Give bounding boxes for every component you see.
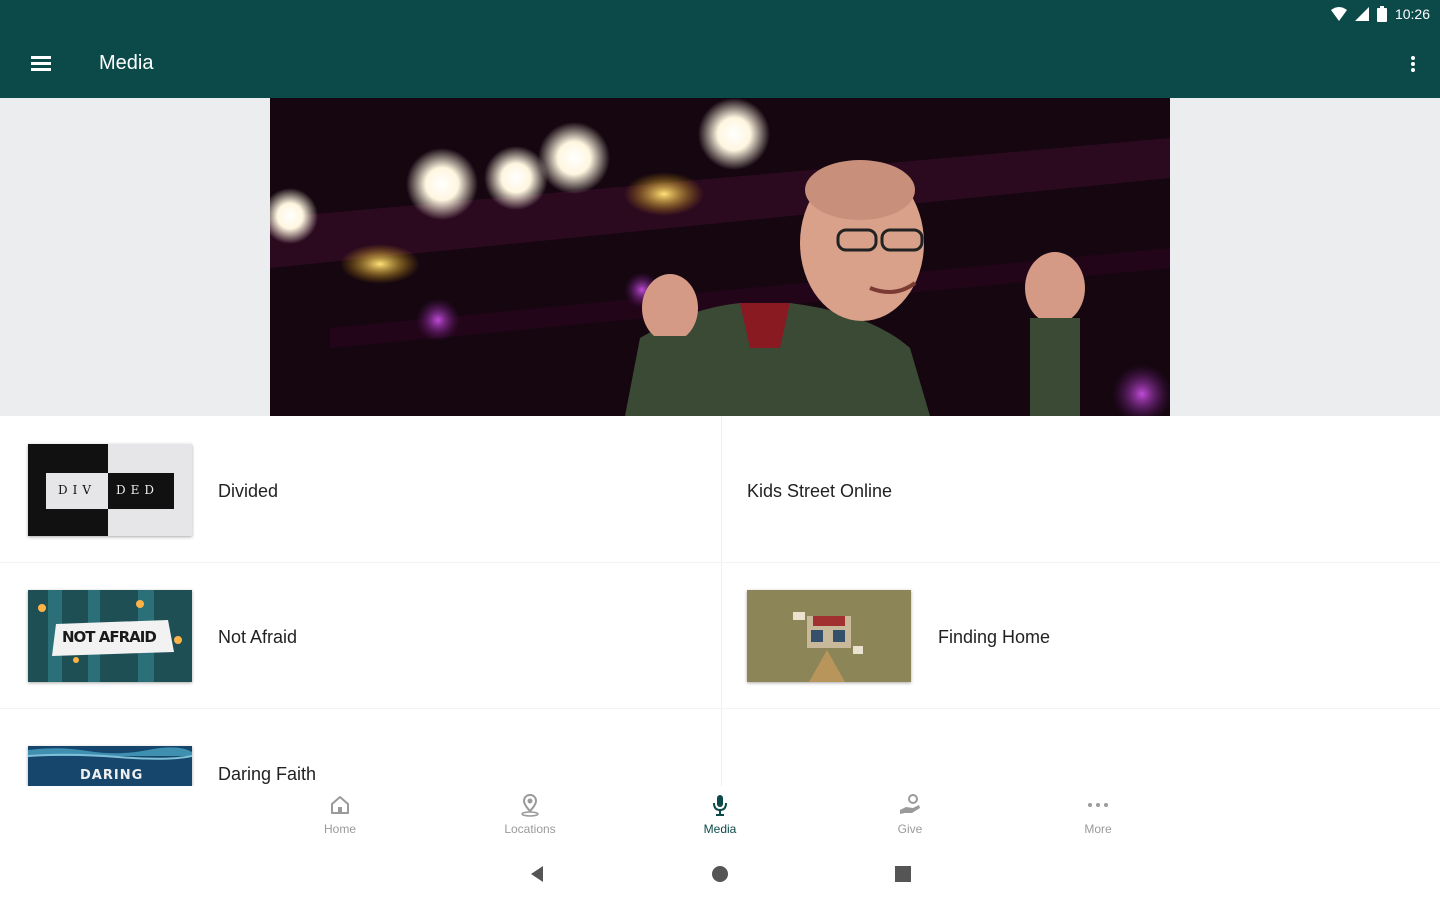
menu-icon-line xyxy=(31,68,51,71)
microphone-icon xyxy=(713,795,727,816)
nav-give[interactable]: Give xyxy=(860,792,960,844)
overflow-menu-button[interactable] xyxy=(1406,48,1420,80)
hero-image[interactable] xyxy=(270,98,1170,416)
more-vertical-icon-dot xyxy=(1411,68,1415,72)
media-item-title: Daring Faith xyxy=(218,764,317,784)
home-circle-icon[interactable] xyxy=(709,863,731,885)
menu-button[interactable] xyxy=(24,48,58,80)
give-hand-icon xyxy=(900,794,920,814)
nav-more-label: More xyxy=(1084,822,1112,836)
media-item-finding-home[interactable]: Finding Home xyxy=(722,562,1422,708)
media-item-not-afraid[interactable]: NOT AFRAID Not Afraid xyxy=(0,562,700,708)
recents-square-icon[interactable] xyxy=(892,863,914,885)
daring-faith-thumbnail: DARING xyxy=(28,746,192,786)
divided-artwork xyxy=(28,444,192,536)
divided-thumb-text-right: DED xyxy=(116,483,160,497)
nav-locations-label: Locations xyxy=(504,822,556,836)
nav-home[interactable]: Home xyxy=(290,792,390,844)
status-time: 10:26 xyxy=(1394,6,1430,22)
page-title: Media xyxy=(99,52,154,74)
nav-media-label: Media xyxy=(703,822,737,836)
hero-illustration xyxy=(270,98,1170,416)
more-vertical-icon xyxy=(1411,56,1415,60)
menu-icon xyxy=(31,56,51,59)
hero-banner-area xyxy=(0,98,1440,416)
more-horizontal-icon xyxy=(1088,803,1108,807)
media-list: DIV DED Divided Kids Street Online NOT A… xyxy=(0,416,1440,786)
status-bar: 10:26 xyxy=(0,0,1440,30)
media-item-title: Not Afraid xyxy=(218,627,298,647)
media-item-title: Kids Street Online xyxy=(747,481,893,501)
bottom-navigation: Home Locations Media Give More xyxy=(0,786,1440,846)
home-icon xyxy=(331,796,349,814)
divided-thumb-text-left: DIV xyxy=(58,483,97,497)
cell-signal-icon xyxy=(1354,7,1369,21)
wifi-icon xyxy=(1330,7,1347,21)
daring-thumb-text: DARING xyxy=(80,768,144,783)
nav-locations[interactable]: Locations xyxy=(480,792,580,844)
finding-home-artwork xyxy=(747,590,911,682)
nav-home-label: Home xyxy=(323,822,356,836)
media-item-divided[interactable]: DIV DED Divided xyxy=(0,416,700,562)
battery-icon xyxy=(1376,6,1387,22)
not-afraid-thumb-text: NOT AFRAID xyxy=(62,628,157,646)
more-vertical-icon-dot xyxy=(1411,62,1415,66)
media-item-kids-street-online[interactable]: Kids Street Online xyxy=(722,416,1422,562)
media-item-title: Finding Home xyxy=(938,627,1051,647)
media-item-title: Divided xyxy=(218,481,279,501)
finding-home-thumbnail xyxy=(747,590,911,682)
menu-icon-line xyxy=(31,62,51,65)
nav-media[interactable]: Media xyxy=(670,792,770,844)
status-icons: 10:26 xyxy=(1330,6,1430,22)
nav-more[interactable]: More xyxy=(1048,792,1148,844)
location-pin-icon xyxy=(521,793,539,817)
divided-thumbnail: DIV DED xyxy=(28,444,192,536)
row-divider xyxy=(0,708,1440,709)
nav-give-label: Give xyxy=(897,822,923,836)
app-bar: Media xyxy=(0,30,1440,98)
media-item-daring-faith[interactable]: DARING Daring Faith xyxy=(0,718,700,786)
back-icon[interactable] xyxy=(526,863,548,885)
system-navigation-bar xyxy=(0,846,1440,900)
app-root: 10:26 Media DIV DED Divided Kids Street … xyxy=(0,0,1440,900)
not-afraid-thumbnail: NOT AFRAID xyxy=(28,590,192,682)
